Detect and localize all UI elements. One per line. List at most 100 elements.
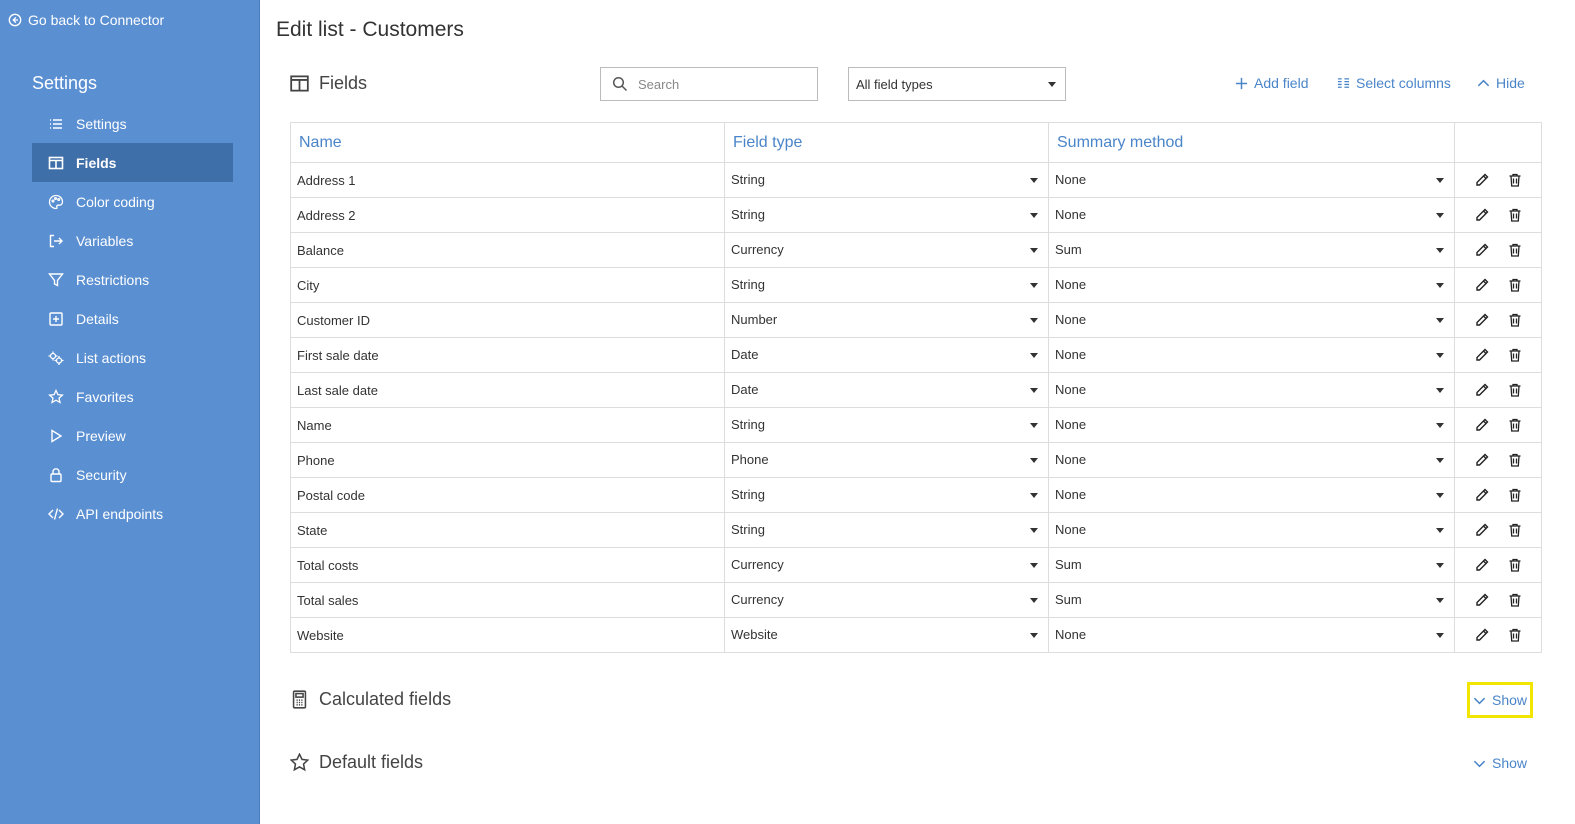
summary-method-select[interactable]: None xyxy=(1055,163,1448,197)
summary-method-select[interactable]: None xyxy=(1055,268,1448,302)
hide-fields-button[interactable]: Hide xyxy=(1477,75,1525,91)
actions-cell xyxy=(1454,547,1542,583)
sidebar-item-list-actions[interactable]: List actions xyxy=(32,338,233,377)
column-header-name[interactable]: Name xyxy=(290,122,725,163)
table-row: Total sales Currency Sum xyxy=(290,582,1542,618)
field-type-select[interactable]: String xyxy=(731,408,1042,442)
delete-button[interactable] xyxy=(1507,627,1523,643)
field-type-select[interactable]: Website xyxy=(731,618,1042,652)
pencil-icon xyxy=(1474,312,1490,328)
edit-button[interactable] xyxy=(1474,382,1490,398)
field-type-select[interactable]: String xyxy=(731,268,1042,302)
select-columns-button[interactable]: Select columns xyxy=(1337,75,1451,91)
summary-method-value: None xyxy=(1055,347,1087,362)
edit-button[interactable] xyxy=(1474,207,1490,223)
select-columns-label: Select columns xyxy=(1356,75,1451,91)
delete-button[interactable] xyxy=(1507,452,1523,468)
sidebar-item-api-endpoints[interactable]: API endpoints xyxy=(32,494,233,533)
show-default-fields-button[interactable]: Show xyxy=(1473,755,1527,771)
search-input[interactable] xyxy=(638,76,798,92)
summary-method-select[interactable]: None xyxy=(1055,478,1448,512)
summary-method-select[interactable]: None xyxy=(1055,618,1448,652)
edit-button[interactable] xyxy=(1474,312,1490,328)
field-type-select[interactable]: String xyxy=(731,478,1042,512)
edit-button[interactable] xyxy=(1474,277,1490,293)
table-row: Address 2 String None xyxy=(290,197,1542,233)
column-header-summary-method[interactable]: Summary method xyxy=(1048,122,1455,163)
sidebar-item-preview[interactable]: Preview xyxy=(32,416,233,455)
edit-button[interactable] xyxy=(1474,627,1490,643)
delete-button[interactable] xyxy=(1507,347,1523,363)
show-calculated-fields-button[interactable]: Show xyxy=(1467,682,1533,718)
sidebar-item-details[interactable]: Details xyxy=(32,299,233,338)
edit-button[interactable] xyxy=(1474,172,1490,188)
table-header-row: Name Field type Summary method xyxy=(290,122,1542,163)
edit-button[interactable] xyxy=(1474,487,1490,503)
summary-method-select[interactable]: None xyxy=(1055,443,1448,477)
summary-method-select[interactable]: Sum xyxy=(1055,548,1448,582)
sidebar-item-security[interactable]: Security xyxy=(32,455,233,494)
edit-button[interactable] xyxy=(1474,242,1490,258)
summary-method-select[interactable]: Sum xyxy=(1055,583,1448,617)
edit-button[interactable] xyxy=(1474,452,1490,468)
sidebar-item-fields[interactable]: Fields xyxy=(32,143,233,182)
field-name-cell: Address 2 xyxy=(290,197,725,233)
sidebar-item-color-coding[interactable]: Color coding xyxy=(32,182,233,221)
sidebar: Go back to Connector Settings Settings F… xyxy=(0,0,260,824)
delete-button[interactable] xyxy=(1507,242,1523,258)
sidebar-item-settings[interactable]: Settings xyxy=(32,104,233,143)
field-type-cell: Currency xyxy=(724,232,1049,268)
edit-button[interactable] xyxy=(1474,557,1490,573)
field-type-select[interactable]: String xyxy=(731,198,1042,232)
field-type-select[interactable]: Date xyxy=(731,338,1042,372)
column-header-field-type[interactable]: Field type xyxy=(724,122,1049,163)
go-back-link[interactable]: Go back to Connector xyxy=(8,12,164,28)
delete-button[interactable] xyxy=(1507,417,1523,433)
delete-button[interactable] xyxy=(1507,277,1523,293)
field-type-cell: Website xyxy=(724,617,1049,653)
delete-button[interactable] xyxy=(1507,172,1523,188)
field-type-select[interactable]: String xyxy=(731,163,1042,197)
delete-button[interactable] xyxy=(1507,382,1523,398)
summary-method-select[interactable]: None xyxy=(1055,338,1448,372)
sidebar-item-restrictions[interactable]: Restrictions xyxy=(32,260,233,299)
row-actions xyxy=(1461,557,1535,573)
delete-button[interactable] xyxy=(1507,312,1523,328)
summary-method-select[interactable]: None xyxy=(1055,303,1448,337)
trash-icon xyxy=(1507,557,1523,573)
field-type-select[interactable]: Currency xyxy=(731,233,1042,267)
field-type-select[interactable]: String xyxy=(731,513,1042,547)
field-type-select[interactable]: Number xyxy=(731,303,1042,337)
field-name-cell: Customer ID xyxy=(290,302,725,338)
field-type-select[interactable]: Date xyxy=(731,373,1042,407)
summary-method-select[interactable]: None xyxy=(1055,513,1448,547)
code-icon xyxy=(48,507,64,520)
sidebar-item-variables[interactable]: Variables xyxy=(32,221,233,260)
field-type-select[interactable]: Currency xyxy=(731,548,1042,582)
field-type-cell: String xyxy=(724,407,1049,443)
summary-method-select[interactable]: Sum xyxy=(1055,233,1448,267)
calculated-fields-title: Calculated fields xyxy=(319,689,452,709)
summary-method-select[interactable]: None xyxy=(1055,373,1448,407)
summary-method-select[interactable]: None xyxy=(1055,198,1448,232)
field-type-select[interactable]: Phone xyxy=(731,443,1042,477)
sidebar-item-favorites[interactable]: Favorites xyxy=(32,377,233,416)
delete-button[interactable] xyxy=(1507,487,1523,503)
field-type-filter[interactable]: All field types xyxy=(848,67,1066,101)
sidebar-item-label: Color coding xyxy=(76,193,155,210)
edit-button[interactable] xyxy=(1474,347,1490,363)
delete-button[interactable] xyxy=(1507,592,1523,608)
add-field-button[interactable]: Add field xyxy=(1235,75,1308,91)
field-type-select[interactable]: Currency xyxy=(731,583,1042,617)
summary-method-select[interactable]: None xyxy=(1055,408,1448,442)
caret-down-icon xyxy=(1436,563,1444,568)
delete-button[interactable] xyxy=(1507,557,1523,573)
summary-method-value: None xyxy=(1055,417,1087,432)
columns-icon xyxy=(290,75,309,92)
edit-button[interactable] xyxy=(1474,522,1490,538)
delete-button[interactable] xyxy=(1507,207,1523,223)
edit-button[interactable] xyxy=(1474,592,1490,608)
delete-button[interactable] xyxy=(1507,522,1523,538)
edit-button[interactable] xyxy=(1474,417,1490,433)
search-box[interactable] xyxy=(600,67,818,101)
